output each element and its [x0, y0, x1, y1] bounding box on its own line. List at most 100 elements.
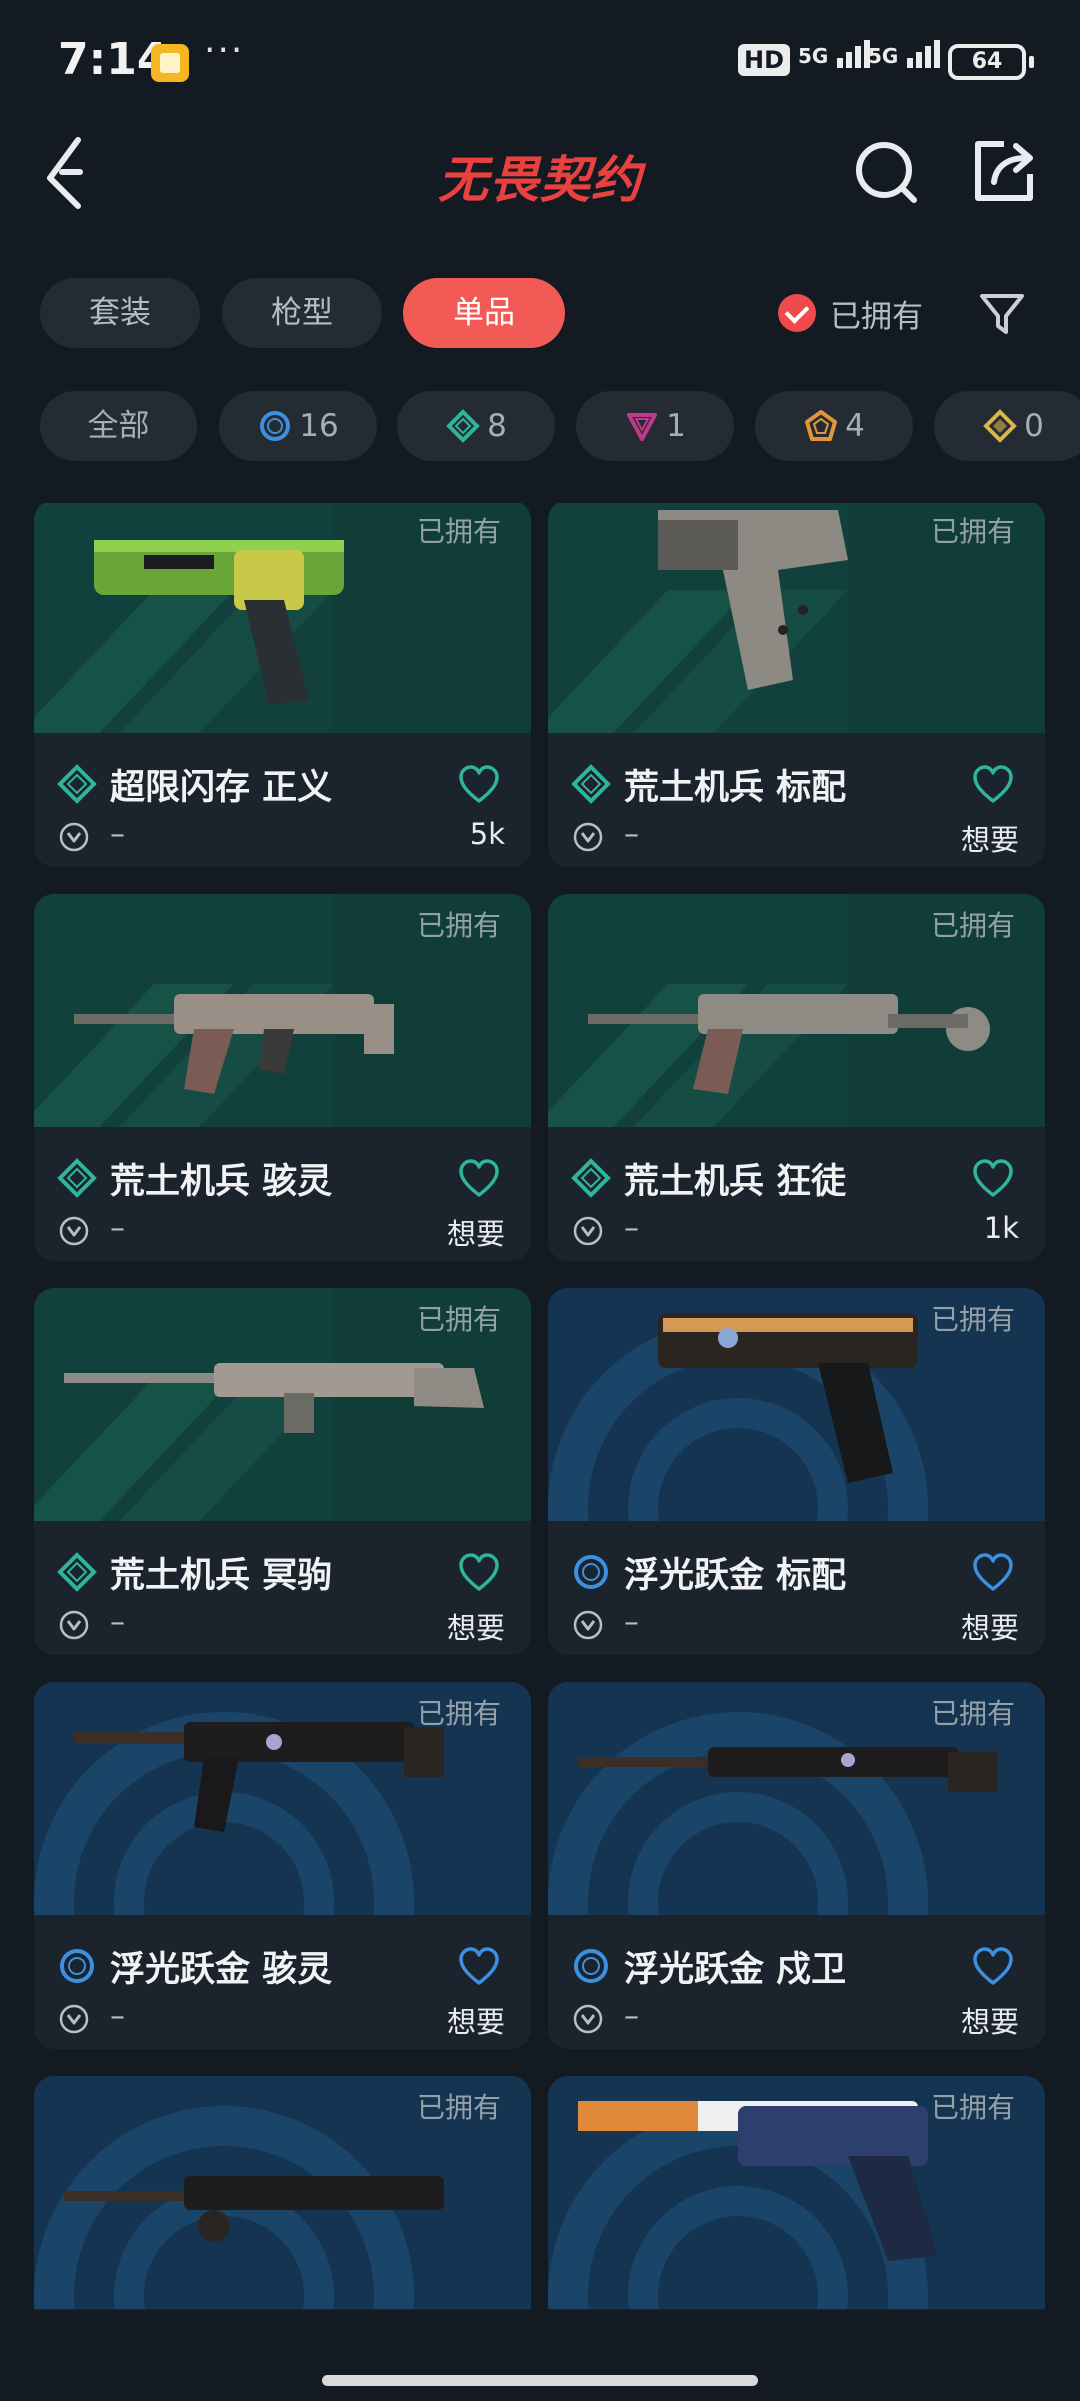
item-card[interactable]: 已拥有 超限闪存 正义 – 5k — [34, 503, 531, 867]
chip-label: 全部 — [87, 408, 150, 444]
chip-gold-diamond-tier[interactable]: 0 — [934, 391, 1080, 461]
ring-icon — [260, 411, 291, 441]
triangle-icon — [627, 413, 658, 441]
item-price: – — [624, 1605, 639, 1640]
want-count: 想要 — [446, 1217, 505, 1251]
heart-icon[interactable] — [458, 1947, 500, 1987]
item-image: 已拥有 — [548, 1288, 1045, 1521]
want-count: 想要 — [960, 1611, 1019, 1645]
home-indicator[interactable] — [322, 2375, 758, 2386]
chevron-circle-icon — [573, 822, 603, 852]
diamond-gold-icon — [983, 409, 1017, 443]
item-image: 已拥有 — [34, 1682, 531, 1915]
tab-single-item[interactable]: 单品 — [403, 278, 565, 348]
owned-tag: 已拥有 — [930, 909, 1015, 942]
owned-tag: 已拥有 — [416, 1697, 501, 1730]
heart-icon[interactable] — [972, 1947, 1014, 1987]
chip-label: 8 — [487, 408, 507, 444]
item-card[interactable]: 已拥有 浮光跃金 戍卫 – 想要 — [548, 1682, 1045, 2049]
funnel-icon — [980, 294, 1024, 334]
owned-tag: 已拥有 — [416, 515, 501, 548]
chip-ring-tier[interactable]: 16 — [219, 391, 377, 461]
item-card[interactable]: 已拥有 荒土机兵 冥驹 – 想要 — [34, 1288, 531, 1655]
tab-weapon-type[interactable]: 枪型 — [222, 278, 382, 348]
share-icon — [975, 141, 1033, 201]
item-info: 浮光跃金 骇灵 – 想要 — [34, 1915, 531, 2049]
check-icon — [778, 294, 816, 332]
item-price: – — [110, 1605, 125, 1640]
signal-icon-1: 5G — [798, 40, 873, 68]
search-button[interactable] — [848, 130, 928, 210]
owned-filter-toggle[interactable]: 已拥有 — [778, 288, 923, 338]
back-arrow-icon — [47, 137, 83, 209]
network-label-1: 5G — [798, 44, 829, 68]
item-name: 超限闪存 正义 — [110, 768, 333, 808]
item-image: 已拥有 — [548, 2076, 1045, 2309]
item-image: 已拥有 — [34, 894, 531, 1127]
back-button[interactable] — [40, 130, 120, 210]
chip-label: 4 — [845, 408, 865, 444]
item-info: 荒土机兵 标配 – 想要 — [548, 733, 1045, 867]
owned-tag: 已拥有 — [416, 909, 501, 942]
brand-logo: 无畏契约 — [438, 151, 642, 209]
notification-app-icon — [151, 44, 189, 82]
item-info — [34, 2309, 531, 2310]
item-card[interactable]: 已拥有 浮光跃金 标配 – 想要 — [548, 1288, 1045, 1655]
chevron-circle-icon — [59, 822, 89, 852]
item-card[interactable]: 已拥有 荒土机兵 标配 – 想要 — [548, 503, 1045, 867]
item-name: 荒土机兵 标配 — [624, 768, 847, 808]
owned-tag: 已拥有 — [416, 1303, 501, 1336]
heart-icon[interactable] — [972, 765, 1014, 805]
chip-label: 0 — [1024, 408, 1044, 444]
item-info: 浮光跃金 标配 – 想要 — [548, 1521, 1045, 1655]
item-price: – — [624, 1211, 639, 1246]
item-card[interactable]: 已拥有 — [34, 2076, 531, 2310]
chevron-circle-icon — [573, 2004, 603, 2034]
diamond-tier-icon — [571, 764, 611, 804]
rarity-filter-chips: 全部 16 8 1 4 0 — [0, 391, 1080, 461]
item-price: – — [110, 1999, 125, 2034]
owned-tag: 已拥有 — [416, 2091, 501, 2124]
share-button[interactable] — [964, 130, 1044, 210]
heart-icon[interactable] — [458, 1553, 500, 1593]
owned-filter-label: 已拥有 — [830, 298, 923, 335]
app-header: 无畏契约 — [0, 120, 1080, 220]
owned-tag: 已拥有 — [930, 1697, 1015, 1730]
tab-suit[interactable]: 套装 — [40, 278, 200, 348]
item-price: – — [110, 1211, 125, 1246]
ring-tier-icon — [574, 1555, 608, 1589]
chevron-circle-icon — [59, 1216, 89, 1246]
heart-icon[interactable] — [458, 765, 500, 805]
status-more-dots: ··· — [204, 30, 245, 71]
item-price: – — [624, 817, 639, 852]
diamond-tier-icon — [57, 1552, 97, 1592]
chevron-circle-icon — [59, 2004, 89, 2034]
item-name: 浮光跃金 骇灵 — [110, 1950, 333, 1990]
item-card[interactable]: 已拥有 — [548, 2076, 1045, 2310]
chevron-circle-icon — [573, 1610, 603, 1640]
owned-tag: 已拥有 — [930, 1303, 1015, 1336]
heart-icon[interactable] — [458, 1159, 500, 1199]
item-card[interactable]: 已拥有 浮光跃金 骇灵 – 想要 — [34, 1682, 531, 2049]
heart-icon[interactable] — [972, 1553, 1014, 1593]
chip-label: 16 — [299, 408, 339, 444]
item-card[interactable]: 已拥有 荒土机兵 狂徒 – 1k — [548, 894, 1045, 1261]
item-image: 已拥有 — [34, 503, 531, 733]
item-name: 荒土机兵 狂徒 — [624, 1162, 847, 1202]
want-count: 想要 — [446, 2005, 505, 2039]
filter-button[interactable] — [976, 288, 1028, 340]
category-tabs: 套装 枪型 单品 已拥有 — [0, 278, 1080, 348]
signal-icon-2: 5G — [868, 40, 943, 68]
heart-icon[interactable] — [972, 1159, 1014, 1199]
item-image: 已拥有 — [548, 503, 1045, 733]
item-name: 浮光跃金 标配 — [624, 1556, 847, 1596]
item-card[interactable]: 已拥有 荒土机兵 骇灵 – 想要 — [34, 894, 531, 1261]
chip-pentagon-tier[interactable]: 4 — [755, 391, 913, 461]
chip-all[interactable]: 全部 — [40, 391, 197, 461]
item-info: 荒土机兵 狂徒 – 1k — [548, 1127, 1045, 1261]
pentagon-icon — [805, 410, 838, 441]
item-image: 已拥有 — [34, 1288, 531, 1521]
chip-triangle-tier[interactable]: 1 — [576, 391, 734, 461]
chip-diamond-tier[interactable]: 8 — [397, 391, 555, 461]
diamond-icon — [446, 409, 480, 443]
